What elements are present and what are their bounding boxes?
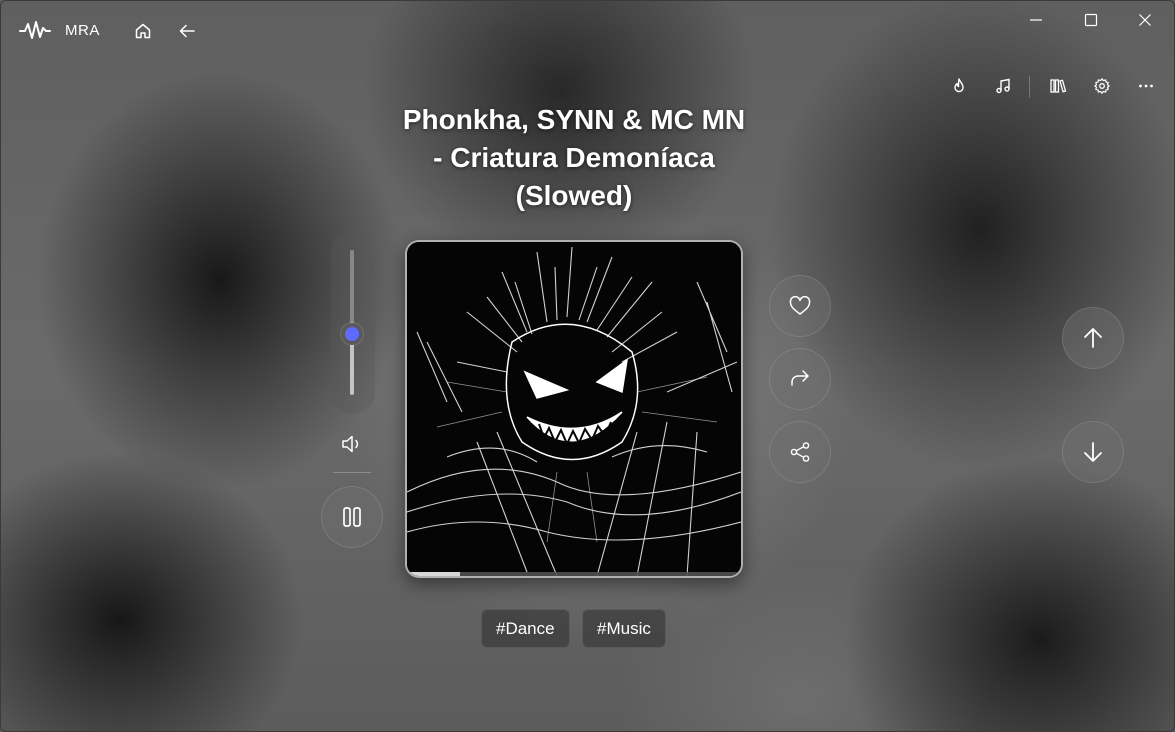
pause-icon: [343, 507, 361, 527]
song-title-line: (Slowed): [515, 180, 633, 211]
home-icon[interactable]: [129, 17, 157, 45]
close-icon: [1139, 14, 1151, 26]
toolbar-divider: [1029, 76, 1030, 98]
volume-divider: [333, 472, 371, 473]
song-title: Phonkha, SYNN & MC MN - Criatura Demonía…: [373, 101, 775, 215]
song-title-line: Phonkha, SYNN & MC MN: [402, 104, 746, 135]
play-pause-button[interactable]: [321, 486, 383, 548]
flame-icon[interactable]: [945, 72, 973, 100]
next-track-button[interactable]: [1062, 421, 1124, 483]
progress-fill: [407, 572, 461, 576]
song-title-line: - Criatura Demoníaca: [433, 142, 715, 173]
previous-track-button[interactable]: [1062, 307, 1124, 369]
speaker-icon[interactable]: [336, 428, 368, 460]
heart-icon: [789, 295, 811, 315]
close-button[interactable]: [1118, 0, 1172, 40]
share-button[interactable]: [769, 421, 831, 483]
forward-button[interactable]: [769, 348, 831, 410]
arrow-up-icon: [1084, 328, 1102, 348]
redo-arrow-icon: [791, 370, 809, 386]
app-name: MRA: [65, 22, 100, 39]
library-icon[interactable]: [1044, 72, 1072, 100]
maximize-button[interactable]: [1064, 0, 1118, 40]
minimize-button[interactable]: [1009, 0, 1063, 40]
minimize-icon: [1030, 19, 1042, 21]
arrow-down-icon: [1084, 442, 1102, 462]
more-icon[interactable]: [1132, 72, 1160, 100]
audio-wave-icon: [19, 20, 51, 42]
back-arrow-icon[interactable]: [173, 17, 201, 45]
volume-thumb[interactable]: [341, 323, 363, 346]
maximize-icon: [1084, 13, 1098, 27]
tag-dance[interactable]: #Dance: [481, 609, 570, 648]
gear-icon[interactable]: [1088, 72, 1116, 100]
tag-music[interactable]: #Music: [582, 609, 666, 648]
share-icon: [790, 442, 810, 462]
like-button[interactable]: [769, 275, 831, 337]
album-cover-art: [407, 242, 741, 576]
music-note-icon[interactable]: [989, 72, 1017, 100]
album-cover: [405, 240, 743, 578]
title-bar: MRA: [0, 0, 1175, 60]
